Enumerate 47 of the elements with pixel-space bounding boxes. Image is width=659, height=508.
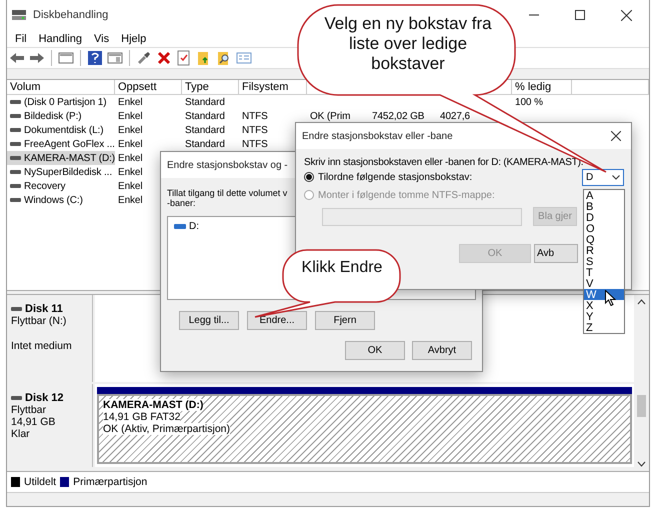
dialog-title: Endre stasjonsbokstav og -	[167, 160, 288, 170]
legend-label: Utildelt	[24, 476, 56, 488]
dialog-title: Endre stasjonsbokstav eller -bane	[302, 130, 453, 142]
table-cell: NTFS	[242, 124, 268, 136]
table-cell: KAMERA-MAST (D:)	[24, 152, 115, 164]
table-cell: Enkel	[118, 124, 143, 136]
table-cell: Enkel	[118, 152, 143, 164]
table-cell: Enkel	[118, 96, 143, 108]
table-cell: Windows (C:)	[24, 194, 83, 206]
disk-name: Disk 11	[25, 303, 63, 315]
legend-label: Primærpartisjon	[73, 476, 148, 488]
disk-info: Klar	[11, 428, 31, 440]
table-cell: Standard	[185, 124, 225, 136]
dialog-prompt: Tillat tilgang til dette volumet v	[167, 188, 288, 198]
partition-info: 14,91 GB FAT32	[103, 411, 180, 423]
window-title: Diskbehandling	[33, 9, 108, 21]
table-cell: NTFS	[242, 138, 268, 150]
table-cell: OK (Prim	[310, 110, 350, 122]
table-cell: Dokumentdisk (L:)	[24, 124, 104, 136]
callout-text: Klikk Endre	[300, 258, 384, 278]
table-cell: Enkel	[118, 138, 143, 150]
table-cell: Enkel	[118, 110, 143, 122]
disk-name: Disk 12	[25, 392, 64, 404]
disk-info: 14,91 GB	[11, 416, 56, 428]
table-cell: Enkel	[118, 194, 143, 206]
disk-info: Flyttbar	[11, 404, 48, 416]
table-cell: NySuperBildedisk ...	[24, 166, 112, 178]
table-cell: Standard	[185, 110, 225, 122]
partition-title: KAMERA-MAST (D:)	[103, 399, 204, 411]
table-cell: NTFS	[242, 110, 268, 122]
partition-info: OK (Aktiv, Primærpartisjon)	[103, 423, 230, 435]
disk-status: Intet medium	[11, 340, 73, 352]
table-cell: Bildedisk (P:)	[24, 110, 82, 122]
disk-info: Flyttbar (N:)	[11, 315, 68, 327]
dialog-prompt: -baner:	[167, 198, 196, 208]
table-cell: 7452,02 GB	[372, 110, 424, 122]
table-cell: Recovery	[24, 180, 66, 192]
table-cell: (Disk 0 Partisjon 1)	[24, 96, 106, 108]
table-cell: Standard	[185, 138, 225, 150]
table-cell: 4027,6	[440, 110, 470, 122]
table-cell: 100 %	[515, 96, 543, 108]
table-cell: Enkel	[118, 180, 143, 192]
callout-text: Velg en ny bokstav fra liste over ledige bokstaver	[323, 14, 493, 74]
table-cell: Enkel	[118, 166, 143, 178]
dialog-prompt: Skriv inn stasjonsbokstaven eller -banen for D: (KAMERA-MAST).	[304, 157, 584, 168]
table-cell: FreeAgent GoFlex ...	[24, 138, 115, 150]
table-cell: Standard	[185, 96, 225, 108]
